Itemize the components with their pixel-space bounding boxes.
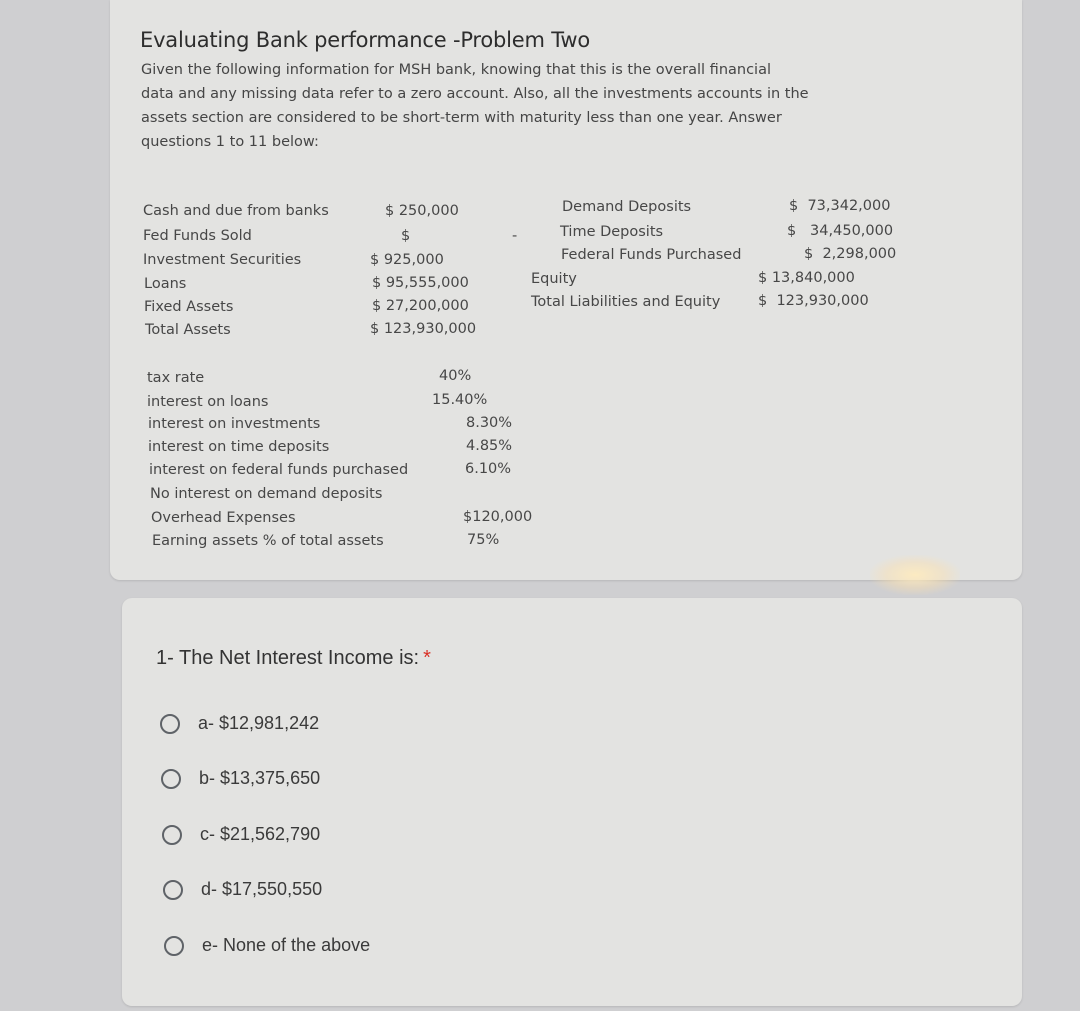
asset-value: $ 925,000 bbox=[370, 252, 444, 268]
asset-label: Fixed Assets bbox=[144, 299, 234, 315]
rate-label: interest on loans bbox=[147, 394, 269, 410]
liability-value: $ 73,342,000 bbox=[789, 198, 891, 214]
liability-value: $ 2,298,000 bbox=[804, 246, 897, 262]
option-label: d- $17,550,550 bbox=[201, 879, 323, 899]
option-b[interactable]: b- $13,375,650 bbox=[161, 768, 320, 789]
asset-label: Total Assets bbox=[145, 322, 231, 338]
option-label: b- $13,375,650 bbox=[199, 768, 321, 788]
rate-label: interest on time deposits bbox=[148, 439, 330, 455]
asset-value: $ bbox=[401, 228, 411, 244]
liability-label: Time Deposits bbox=[560, 224, 664, 240]
rate-value: 40% bbox=[439, 368, 472, 384]
asset-label: Loans bbox=[144, 276, 187, 292]
radio-button-icon[interactable] bbox=[163, 879, 183, 900]
option-label: a- $12,981,242 bbox=[198, 713, 320, 733]
liability-label: Equity bbox=[531, 271, 577, 287]
rate-value: 4.85% bbox=[466, 438, 513, 454]
asset-value: $ 250,000 bbox=[385, 203, 459, 219]
rate-label: Earning assets % of total assets bbox=[152, 533, 384, 549]
asset-value: $ 95,555,000 bbox=[372, 275, 469, 291]
description-line: assets section are considered to be shor… bbox=[141, 110, 782, 126]
description-line: data and any missing data refer to a zer… bbox=[141, 86, 809, 102]
rate-value: 75% bbox=[467, 532, 500, 548]
rate-value: $120,000 bbox=[463, 509, 533, 525]
description-line: Given the following information for MSH … bbox=[141, 62, 771, 78]
asset-label: Investment Securities bbox=[143, 252, 302, 268]
radio-button-icon[interactable] bbox=[161, 768, 181, 789]
radio-button-icon[interactable] bbox=[162, 824, 182, 845]
rate-label: Overhead Expenses bbox=[151, 510, 296, 526]
asset-label: Fed Funds Sold bbox=[143, 228, 252, 244]
fed-funds-dash: - bbox=[512, 228, 518, 244]
liability-value: $ 13,840,000 bbox=[758, 270, 855, 286]
option-a[interactable]: a- $12,981,242 bbox=[160, 713, 319, 734]
form-description: Given the following information for MSH … bbox=[141, 58, 901, 154]
liability-value: $ 123,930,000 bbox=[758, 293, 869, 309]
question-title: 1- The Net Interest Income is: * bbox=[156, 647, 431, 670]
rate-value: 15.40% bbox=[432, 392, 488, 408]
rate-label: No interest on demand deposits bbox=[150, 486, 383, 502]
rate-value: 6.10% bbox=[465, 461, 512, 477]
liability-value: $ 34,450,000 bbox=[787, 223, 894, 239]
liability-label: Federal Funds Purchased bbox=[561, 247, 742, 263]
radio-button-icon[interactable] bbox=[164, 935, 184, 956]
rate-value: 8.30% bbox=[466, 415, 513, 431]
option-label: e- None of the above bbox=[202, 935, 371, 955]
rate-label: interest on investments bbox=[148, 416, 321, 432]
asset-label: Cash and due from banks bbox=[143, 203, 329, 219]
option-d[interactable]: d- $17,550,550 bbox=[163, 879, 322, 900]
option-c[interactable]: c- $21,562,790 bbox=[162, 824, 320, 845]
question-text: 1- The Net Interest Income is: bbox=[156, 647, 420, 669]
rate-label: tax rate bbox=[147, 370, 205, 386]
form-title: Evaluating Bank performance -Problem Two bbox=[140, 28, 591, 52]
asset-value: $ 123,930,000 bbox=[370, 321, 477, 337]
description-line: questions 1 to 11 below: bbox=[141, 134, 319, 150]
option-label: c- $21,562,790 bbox=[200, 824, 321, 844]
asset-value: $ 27,200,000 bbox=[372, 298, 469, 314]
rate-label: interest on federal funds purchased bbox=[149, 462, 409, 478]
radio-button-icon[interactable] bbox=[160, 713, 180, 734]
liability-label: Total Liabilities and Equity bbox=[531, 294, 721, 310]
option-e[interactable]: e- None of the above bbox=[164, 935, 370, 956]
liability-label: Demand Deposits bbox=[562, 199, 692, 215]
required-asterisk: * bbox=[423, 647, 431, 669]
